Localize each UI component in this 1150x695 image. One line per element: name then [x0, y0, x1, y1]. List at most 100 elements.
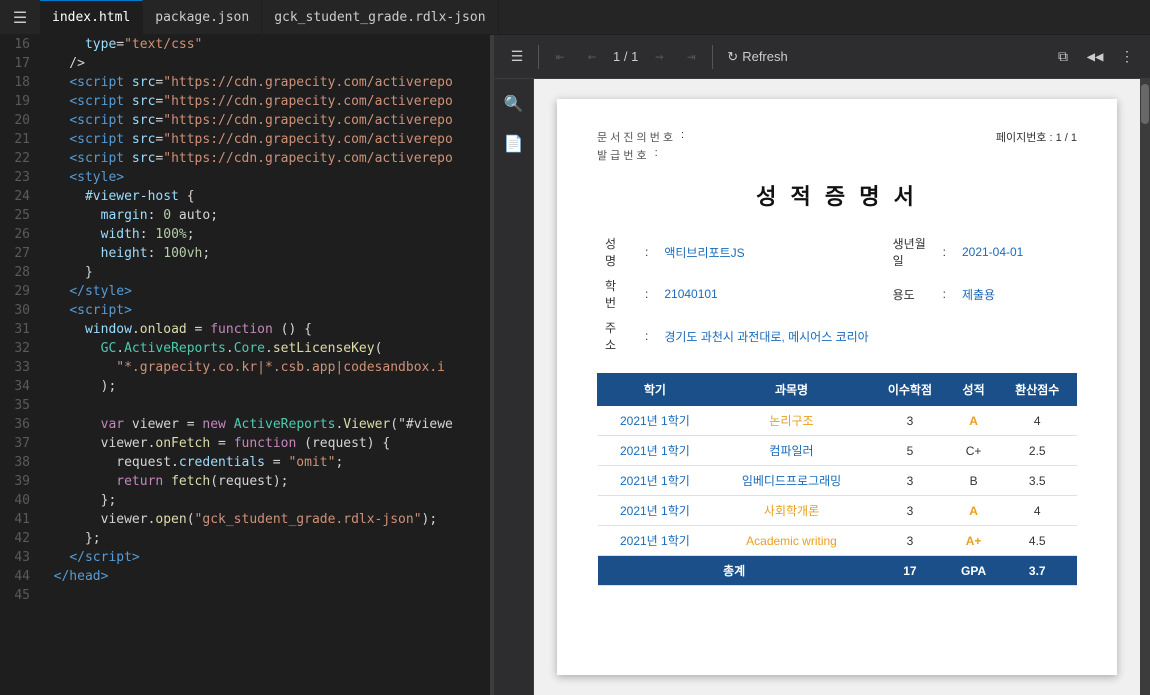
line-code: viewer.open("gck_student_grade.rdlx-json… — [38, 510, 437, 529]
code-line: 21 <script src="https://cdn.grapecity.co… — [0, 130, 490, 149]
collapse-button[interactable]: ◀◀ — [1080, 42, 1110, 72]
line-number: 45 — [0, 586, 38, 605]
next-page-button[interactable]: → — [644, 42, 674, 72]
line-number: 41 — [0, 510, 38, 529]
line-number: 37 — [0, 434, 38, 453]
preview-panel: ☰ ⇤ ← 1 / 1 → ⇥ ↻ Refresh ⧉ ◀◀ ⋮ 🔍 📄 — [494, 35, 1150, 695]
code-line: 29 </style> — [0, 282, 490, 301]
issue-number-label: 발 급 번 호 — [597, 147, 647, 163]
hamburger-menu-icon[interactable]: ☰ — [0, 0, 40, 34]
line-code: <script src="https://cdn.grapecity.com/a… — [38, 149, 453, 168]
line-number: 31 — [0, 320, 38, 339]
cell-credits: 3 — [871, 526, 949, 556]
code-line: 30 <script> — [0, 301, 490, 320]
line-code: </style> — [38, 282, 132, 301]
code-line: 36 var viewer = new ActiveReports.Viewer… — [0, 415, 490, 434]
tab-package[interactable]: package.json — [143, 0, 262, 34]
line-number: 38 — [0, 453, 38, 472]
line-number: 23 — [0, 168, 38, 187]
code-line: 43 </script> — [0, 548, 490, 567]
line-code: window.onload = function () { — [38, 320, 312, 339]
tab-index[interactable]: index.html — [40, 0, 143, 34]
code-line: 22 <script src="https://cdn.grapecity.co… — [0, 149, 490, 168]
main-layout: 16 type="text/css"17 />18 <script src="h… — [0, 35, 1150, 695]
code-line: 17 /> — [0, 54, 490, 73]
tab-gck[interactable]: gck_student_grade.rdlx-json — [262, 0, 498, 34]
code-line: 39 return fetch(request); — [0, 472, 490, 491]
cell-term: 2021년 1학기 — [598, 526, 713, 556]
line-code: }; — [38, 529, 101, 548]
preview-hamburger-icon[interactable]: ☰ — [502, 42, 532, 72]
code-line: 16 type="text/css" — [0, 35, 490, 54]
line-code: </head> — [38, 567, 108, 586]
line-number: 16 — [0, 35, 38, 54]
line-code: }; — [38, 491, 116, 510]
cell-grade: A — [949, 496, 998, 526]
line-number: 25 — [0, 206, 38, 225]
first-page-button[interactable]: ⇤ — [545, 42, 575, 72]
preview-content[interactable]: 문 서 진 의 번 호 : 발 급 번 호 : 페이지번호 : 1 / 1 성 … — [534, 79, 1140, 695]
line-number: 29 — [0, 282, 38, 301]
code-content[interactable]: 16 type="text/css"17 />18 <script src="h… — [0, 35, 490, 695]
line-code: } — [38, 263, 93, 282]
document-page: 문 서 진 의 번 호 : 발 급 번 호 : 페이지번호 : 1 / 1 성 … — [557, 99, 1117, 675]
line-number: 19 — [0, 92, 38, 111]
line-number: 20 — [0, 111, 38, 130]
line-code: /> — [38, 54, 85, 73]
col-points: 환산점수 — [998, 374, 1076, 406]
name-colon: : — [637, 231, 656, 273]
student-info-row-id: 학 번 : 21040101 용도 : 제출용 — [597, 273, 1077, 315]
name-value: 액티브리포트JS — [656, 231, 864, 273]
line-number: 27 — [0, 244, 38, 263]
scrollbar-track[interactable] — [1140, 79, 1150, 695]
grade-table-row: 2021년 1학기 임베디드프로그래밍 3 B 3.5 — [598, 466, 1077, 496]
grade-table-row: 2021년 1학기 컴파일러 5 C+ 2.5 — [598, 436, 1077, 466]
student-info-table: 성 명 : 액티브리포트JS 생년월일 : 2021-04-01 학 번 : 2… — [597, 231, 1077, 357]
code-line: 35 — [0, 396, 490, 415]
grade-table: 학기 과목명 이수학점 성적 환산점수 2021년 1학기 논리구조 3 A 4… — [597, 373, 1077, 586]
line-code: <script src="https://cdn.grapecity.com/a… — [38, 111, 453, 130]
cell-credits: 5 — [871, 436, 949, 466]
code-editor-panel: 16 type="text/css"17 />18 <script src="h… — [0, 35, 490, 695]
sidebar-search-icon[interactable]: 🔍 — [498, 87, 530, 119]
birthdate-value: 2021-04-01 — [954, 231, 1077, 273]
student-info-row-address: 주 소 : 경기도 과천시 과전대로, 메시어스 코리아 — [597, 315, 1077, 357]
line-number: 30 — [0, 301, 38, 320]
copy-button[interactable]: ⧉ — [1048, 42, 1078, 72]
scrollbar-thumb[interactable] — [1141, 84, 1149, 124]
line-code: GC.ActiveReports.Core.setLicenseKey( — [38, 339, 382, 358]
col-subject: 과목명 — [712, 374, 870, 406]
more-options-button[interactable]: ⋮ — [1112, 42, 1142, 72]
doc-page-info: 페이지번호 : 1 / 1 — [996, 129, 1077, 163]
line-code: type="text/css" — [38, 35, 202, 54]
cell-grade: A — [949, 406, 998, 436]
refresh-icon: ↻ — [727, 49, 738, 65]
last-page-button[interactable]: ⇥ — [676, 42, 706, 72]
line-code: <script src="https://cdn.grapecity.com/a… — [38, 130, 453, 149]
page-info: 1 / 1 — [609, 49, 642, 64]
code-line: 38 request.credentials = "omit"; — [0, 453, 490, 472]
code-line: 24 #viewer-host { — [0, 187, 490, 206]
cell-grade: B — [949, 466, 998, 496]
issue-number-colon: : — [655, 147, 658, 163]
address-value: 경기도 과천시 과전대로, 메시어스 코리아 — [656, 315, 954, 357]
col-grade: 성적 — [949, 374, 998, 406]
line-number: 28 — [0, 263, 38, 282]
purpose-value: 제출용 — [954, 273, 1077, 315]
prev-page-button[interactable]: ← — [577, 42, 607, 72]
refresh-label: Refresh — [742, 49, 788, 64]
line-code: width: 100%; — [38, 225, 195, 244]
gpa-label: GPA — [949, 556, 998, 586]
student-id-label: 학 번 — [597, 273, 637, 315]
line-code: margin: 0 auto; — [38, 206, 218, 225]
code-line: 44 </head> — [0, 567, 490, 586]
tab-bar: ☰ index.html package.json gck_student_gr… — [0, 0, 1150, 35]
code-line: 23 <style> — [0, 168, 490, 187]
sidebar-export-icon[interactable]: 📄 — [498, 127, 530, 159]
code-line: 32 GC.ActiveReports.Core.setLicenseKey( — [0, 339, 490, 358]
line-code: return fetch(request); — [38, 472, 289, 491]
line-code: "*.grapecity.co.kr|*.csb.app|codesandbox… — [38, 358, 445, 377]
refresh-button[interactable]: ↻ Refresh — [719, 45, 795, 69]
line-code: viewer.onFetch = function (request) { — [38, 434, 390, 453]
preview-body: 🔍 📄 문 서 진 의 번 호 : 발 급 번 호 — [494, 79, 1150, 695]
